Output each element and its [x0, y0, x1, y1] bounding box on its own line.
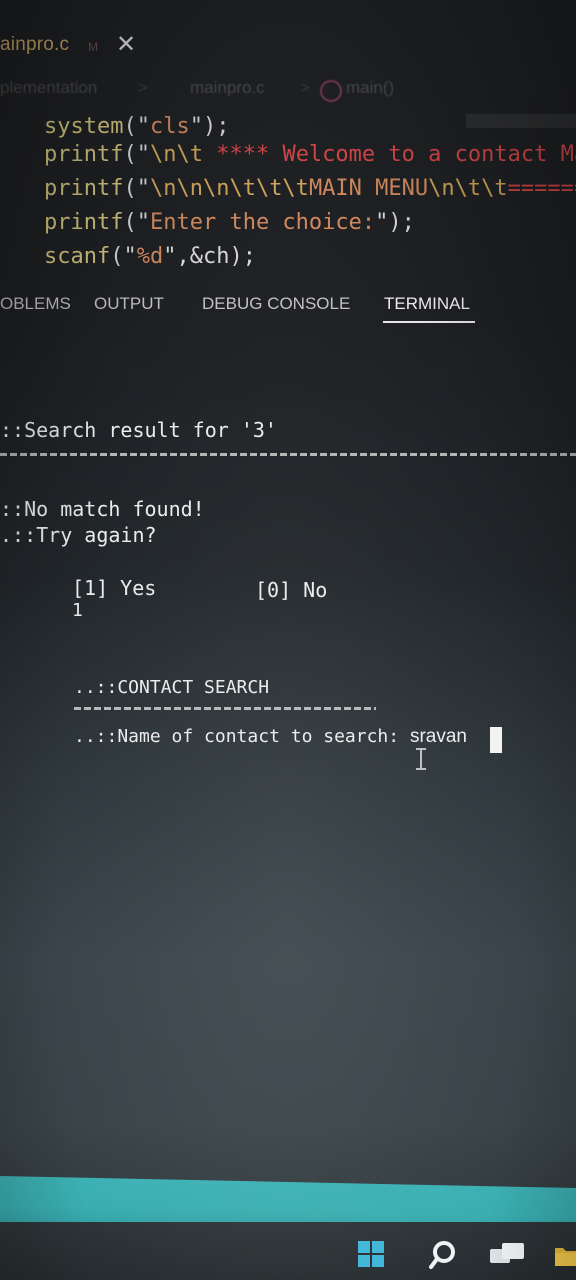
- terminal-divider: [74, 707, 376, 710]
- terminal-prompt: ..::Name of contact to search: sravan: [74, 726, 467, 748]
- terminal-no-match: ::No match found!: [0, 497, 205, 521]
- search-icon[interactable]: [428, 1240, 456, 1270]
- terminal-cursor: [490, 727, 502, 753]
- terminal-divider: [0, 453, 576, 456]
- terminal-option-no: [0] No: [255, 578, 328, 602]
- screen-photo: ainpro.c M ✕ plementation > mainpro.c > …: [0, 0, 576, 1280]
- terminal-contact-search-heading: ..::CONTACT SEARCH: [74, 677, 270, 698]
- terminal-search-result: ::Search result for '3': [0, 418, 277, 442]
- terminal-try-again: .::Try again?: [0, 523, 157, 547]
- task-view-icon[interactable]: [490, 1243, 524, 1265]
- terminal-user-choice: 1: [72, 600, 83, 621]
- terminal-prompt-label: ..::Name of contact to search:: [74, 726, 410, 747]
- file-explorer-icon[interactable]: [553, 1242, 576, 1268]
- terminal-output[interactable]: ::Search result for '3' ::No match found…: [0, 0, 576, 1280]
- terminal-typed-input[interactable]: sravan: [410, 726, 467, 747]
- mouse-ibeam-cursor: [414, 748, 428, 770]
- windows-start-icon[interactable]: [358, 1241, 384, 1267]
- terminal-option-yes: [1] Yes: [72, 576, 157, 600]
